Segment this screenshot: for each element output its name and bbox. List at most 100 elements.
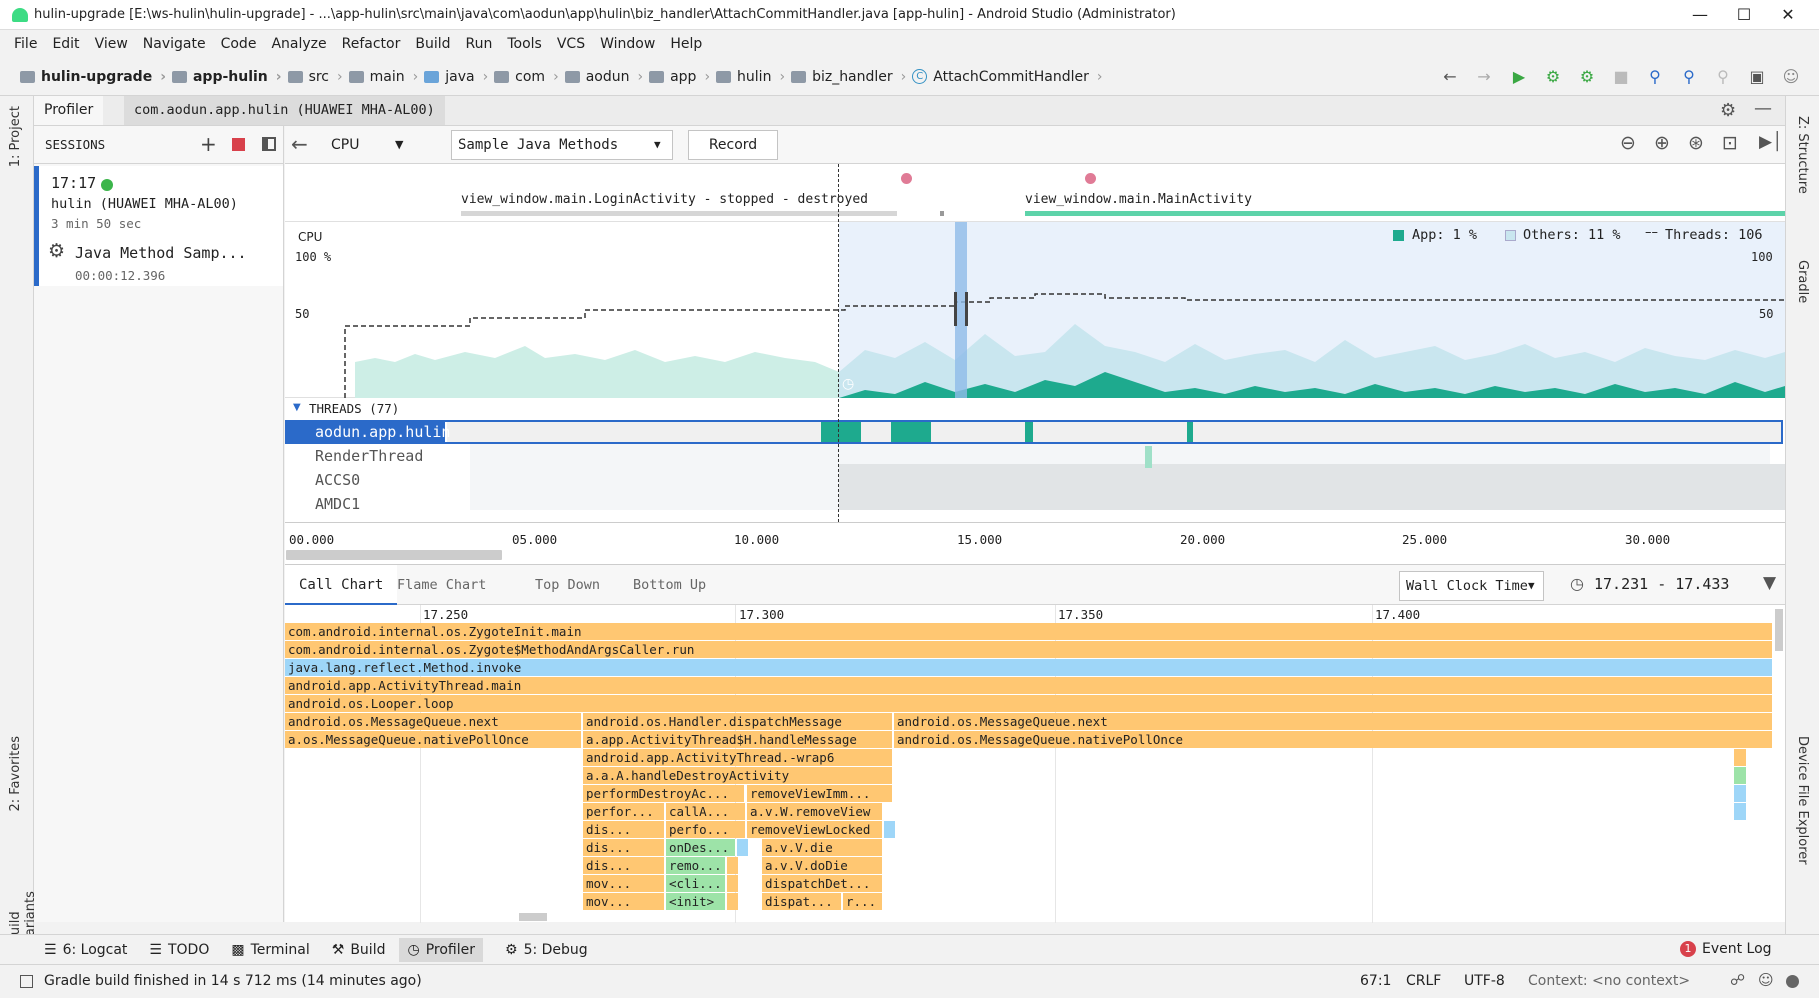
toggle-tool-windows-icon[interactable] <box>20 975 33 988</box>
call-frame[interactable]: a.v.V.doDie <box>762 857 883 874</box>
breadcrumb-class[interactable]: C AttachCommitHandler › <box>912 69 1102 85</box>
menu-build[interactable]: Build <box>415 36 450 52</box>
project-tool-button[interactable]: 1: Project <box>8 106 23 167</box>
call-frame[interactable] <box>727 875 739 892</box>
call-frame[interactable]: <init> <box>666 893 726 910</box>
call-frame[interactable] <box>884 821 896 838</box>
call-frame-selected[interactable]: java.lang.reflect.Method.invoke <box>285 659 1773 676</box>
call-frame[interactable]: dispatchDet... <box>762 875 883 892</box>
collapse-panel-icon[interactable] <box>262 137 276 151</box>
back-arrow-icon[interactable]: ← <box>1439 66 1461 88</box>
menu-view[interactable]: View <box>95 36 128 52</box>
call-frame[interactable]: removeViewImm... <box>747 785 893 802</box>
call-frame[interactable]: a.a.A.handleDestroyActivity <box>583 767 893 784</box>
expand-threads-icon[interactable]: ▼ <box>293 402 301 413</box>
menu-analyze[interactable]: Analyze <box>271 36 326 52</box>
call-frame[interactable]: android.os.Looper.loop <box>285 695 1773 712</box>
build-tool-button[interactable]: ⚒ Build <box>332 942 386 958</box>
filter-icon[interactable]: ▼ <box>1763 573 1776 593</box>
breadcrumb-aodun[interactable]: aodun › <box>564 69 643 85</box>
stop-session-icon[interactable] <box>232 138 245 151</box>
file-encoding[interactable]: UTF-8 <box>1464 973 1505 989</box>
call-frame[interactable]: r... <box>843 893 883 910</box>
breadcrumb-java[interactable]: java › <box>424 69 488 85</box>
breadcrumb-hulin[interactable]: hulin › <box>716 69 785 85</box>
call-frame[interactable]: a.os.MessageQueue.nativePollOnce <box>285 731 582 748</box>
call-frame[interactable]: com.android.internal.os.Zygote$MethodAnd… <box>285 641 1773 658</box>
menu-window[interactable]: Window <box>600 36 655 52</box>
timeline-scrollbar[interactable] <box>286 550 502 560</box>
breadcrumb-src[interactable]: src › <box>287 69 343 85</box>
call-frame[interactable] <box>727 857 739 874</box>
close-button[interactable]: ✕ <box>1765 0 1811 30</box>
call-frame[interactable]: perfo... <box>666 821 746 838</box>
terminal-tool-button[interactable]: ▩ Terminal <box>231 942 309 958</box>
menu-code[interactable]: Code <box>221 36 257 52</box>
favorites-tool-button[interactable]: 2: Favorites <box>8 736 23 812</box>
call-frame[interactable]: android.os.MessageQueue.nativePollOnce <box>894 731 1773 748</box>
search-icon[interactable]: ⚲ <box>1678 66 1700 88</box>
call-frame[interactable]: android.app.ActivityThread.main <box>285 677 1773 694</box>
logcat-tool-button[interactable]: ☰ 6: Logcat <box>44 942 127 958</box>
call-frame[interactable]: mov... <box>583 875 665 892</box>
inspector-icon[interactable]: ☺ <box>1758 971 1774 989</box>
call-frame[interactable]: com.android.internal.os.ZygoteInit.main <box>285 623 1773 640</box>
call-chart-hscrollbar[interactable] <box>519 913 547 921</box>
debug-icon[interactable]: ⚙ <box>1542 66 1564 88</box>
stop-icon[interactable]: ■ <box>1610 66 1632 88</box>
menu-vcs[interactable]: VCS <box>557 36 585 52</box>
attach-debugger-icon[interactable]: ⚙ <box>1576 66 1598 88</box>
device-file-explorer-button[interactable]: Device File Explorer <box>1795 736 1810 865</box>
breadcrumb-biz-handler[interactable]: biz_handler › <box>791 69 906 85</box>
call-frame[interactable]: dis... <box>583 857 665 874</box>
tab-profiler[interactable]: Profiler <box>34 96 104 125</box>
profiling-config-dropdown[interactable]: Sample Java Methods ▼ <box>451 130 673 160</box>
inspect-icon[interactable]: ⚲ <box>1644 66 1666 88</box>
call-frame[interactable]: callA... <box>666 803 746 820</box>
menu-file[interactable]: File <box>14 36 37 52</box>
zoom-to-selection-icon[interactable]: ⊡ <box>1722 132 1738 154</box>
call-frame[interactable] <box>1734 767 1746 784</box>
thread-name-1[interactable]: RenderThread <box>315 447 423 465</box>
call-frame[interactable] <box>727 893 739 910</box>
thread-row-selected[interactable] <box>285 420 1783 444</box>
call-frame[interactable]: <cli... <box>666 875 726 892</box>
call-frame[interactable]: android.app.ActivityThread.-wrap6 <box>583 749 893 766</box>
monitor-dropdown[interactable]: CPU ▼ <box>323 130 411 160</box>
find-icon[interactable]: ⚲ <box>1712 66 1734 88</box>
session-item[interactable]: 17:17 hulin (HUAWEI MHA-AL00) 3 min 50 s… <box>39 166 283 286</box>
breadcrumb-com[interactable]: com › <box>494 69 559 85</box>
menu-refactor[interactable]: Refactor <box>342 36 401 52</box>
call-frame[interactable] <box>1734 803 1746 820</box>
lock-icon[interactable]: ☍ <box>1730 971 1745 989</box>
event-log-button[interactable]: 1 Event Log <box>1680 941 1772 957</box>
hide-panel-icon[interactable]: — <box>1754 98 1772 119</box>
tab-top-down[interactable]: Top Down <box>535 565 600 605</box>
gradle-tool-button[interactable]: Gradle <box>1795 260 1810 303</box>
zoom-out-icon[interactable]: ⊖ <box>1620 132 1636 154</box>
call-frame[interactable]: perfor... <box>583 803 665 820</box>
menu-navigate[interactable]: Navigate <box>143 36 206 52</box>
tab-bottom-up[interactable]: Bottom Up <box>633 565 706 605</box>
call-frame[interactable]: dis... <box>583 821 665 838</box>
run-icon[interactable]: ▶ <box>1508 66 1530 88</box>
breadcrumb-app[interactable]: app › <box>649 69 710 85</box>
breadcrumb-module[interactable]: app-hulin › <box>171 69 282 85</box>
breadcrumb-main[interactable]: main › <box>348 69 418 85</box>
reset-zoom-icon[interactable]: ⊛ <box>1688 132 1704 154</box>
call-frame[interactable]: removeViewLocked <box>747 821 883 838</box>
menu-edit[interactable]: Edit <box>52 36 79 52</box>
breadcrumb-project[interactable]: hulin-upgrade › <box>20 69 166 85</box>
tab-session-app[interactable]: com.aodun.app.hulin (HUAWEI MHA-AL00) <box>124 96 445 125</box>
gear-icon[interactable]: ⚙ <box>1720 100 1736 121</box>
record-button[interactable]: Record <box>688 130 778 160</box>
call-frame[interactable]: dispat... <box>762 893 842 910</box>
menu-tools[interactable]: Tools <box>507 36 542 52</box>
back-to-monitors-icon[interactable]: ← <box>291 132 308 156</box>
call-frame[interactable]: android.os.Handler.dispatchMessage <box>583 713 893 730</box>
thread-name-2[interactable]: ACCS0 <box>315 471 360 489</box>
call-frame[interactable]: android.os.MessageQueue.next <box>285 713 582 730</box>
line-separator[interactable]: CRLF <box>1406 973 1441 989</box>
todo-tool-button[interactable]: ☰ TODO <box>149 942 209 958</box>
zoom-in-icon[interactable]: ⊕ <box>1654 132 1670 154</box>
